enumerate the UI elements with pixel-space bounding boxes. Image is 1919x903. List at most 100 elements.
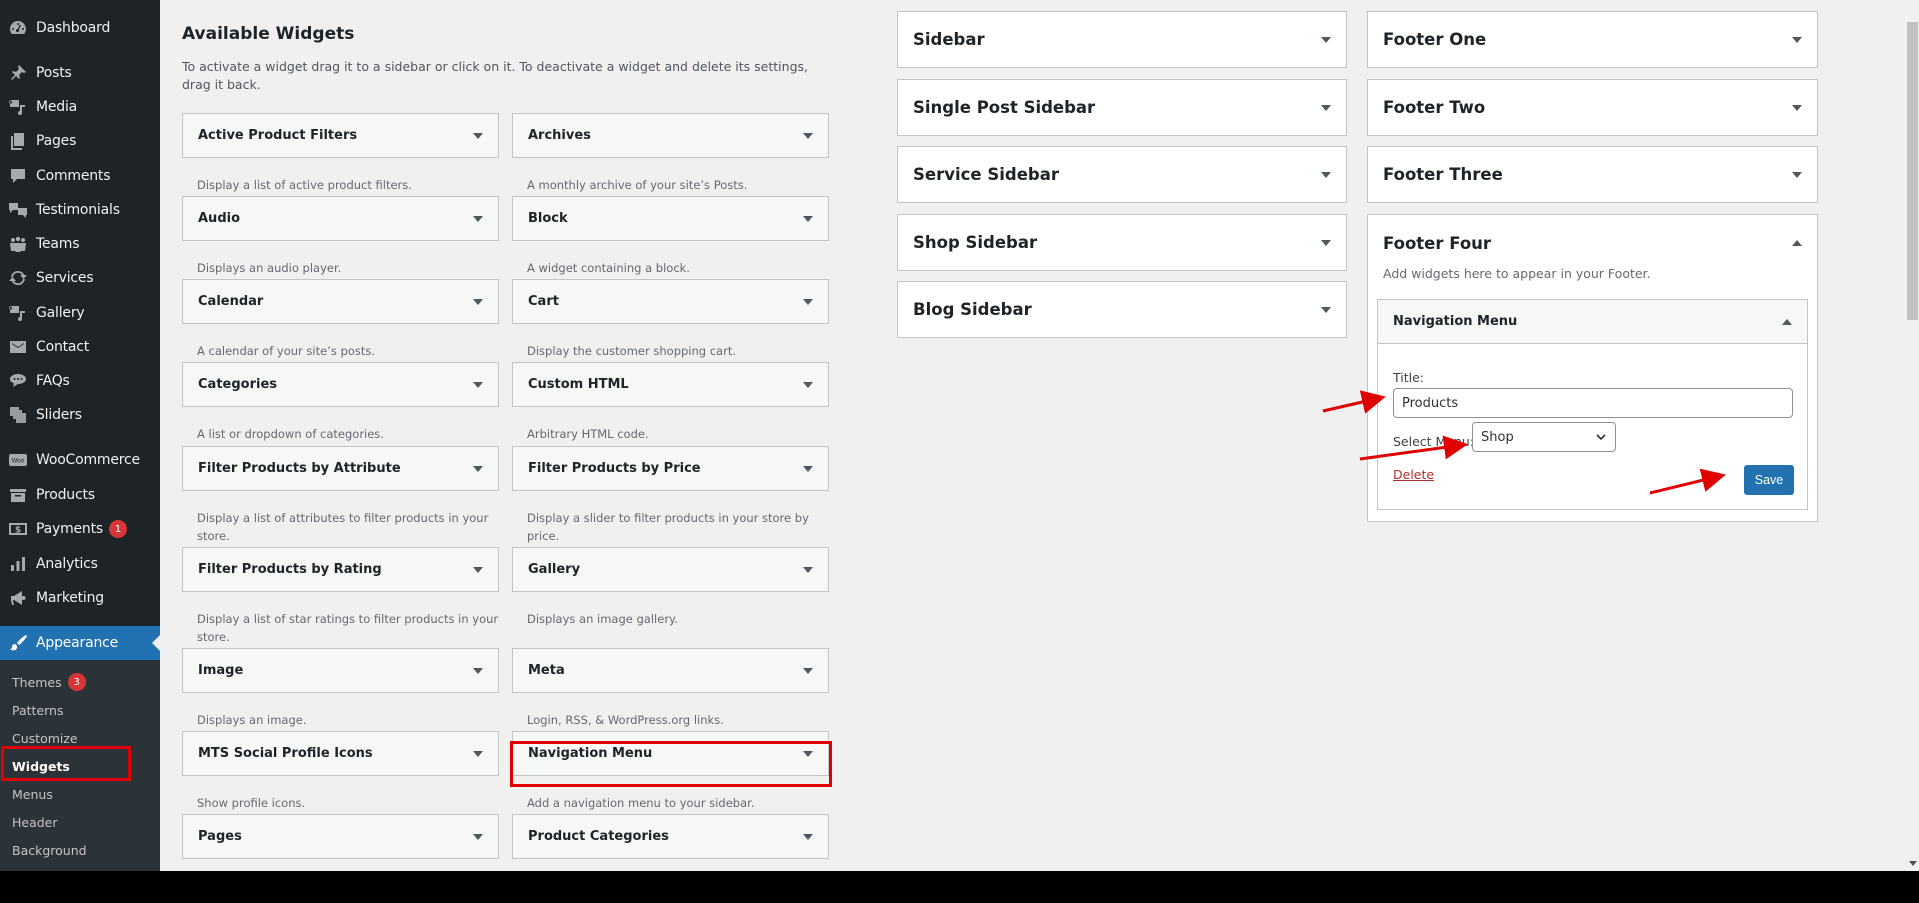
expand-arrow-icon[interactable] [473,465,483,472]
menu-item-products[interactable]: Products [0,478,160,512]
submenu-item-menus[interactable]: Menus [12,784,53,804]
widget-navigation-menu[interactable]: Navigation Menu [512,731,829,776]
expand-arrow-icon[interactable] [1792,104,1802,111]
expand-arrow-icon[interactable] [803,833,813,840]
expand-arrow-icon[interactable] [473,750,483,757]
expand-arrow-icon[interactable] [803,298,813,305]
menu-item-contact[interactable]: Contact [0,330,160,364]
menu-item-comments[interactable]: Comments [0,159,160,193]
widget-description: Login, RSS, & WordPress.org links. [527,713,724,727]
sidebar-area-footer-three[interactable]: Footer Three [1367,146,1818,203]
expand-arrow-icon[interactable] [1321,36,1331,43]
menu-item-gallery[interactable]: Gallery [0,296,160,330]
widget-pages[interactable]: Pages [182,814,499,859]
menu-item-woocommerce[interactable]: Woo WooCommerce [0,443,160,477]
expand-arrow-icon[interactable] [803,566,813,573]
sidebar-area-sidebar[interactable]: Sidebar [897,11,1347,68]
expand-arrow-icon[interactable] [1321,171,1331,178]
expand-arrow-icon[interactable] [473,381,483,388]
collapse-arrow-icon[interactable] [1782,318,1792,325]
menu-item-services[interactable]: Services [0,261,160,295]
menu-item-posts[interactable]: Posts [0,56,160,90]
select-menu-value: Shop [1481,429,1514,445]
expand-arrow-icon[interactable] [803,465,813,472]
menu-item-payments[interactable]: $ Payments 1 [0,512,160,546]
menu-item-marketing[interactable]: Marketing [0,581,160,615]
expand-arrow-icon[interactable] [1792,36,1802,43]
save-widget-button[interactable]: Save [1744,465,1794,495]
expand-arrow-icon[interactable] [803,750,813,757]
widget-categories[interactable]: Categories [182,362,499,407]
appearance-submenu: Themes 3 Patterns Customize Widgets Menu… [0,660,160,871]
submenu-item-background[interactable]: Background [12,840,87,860]
expand-arrow-icon[interactable] [473,833,483,840]
collapse-arrow-icon[interactable] [1792,240,1802,246]
scroll-down-arrow-icon[interactable] [1909,861,1917,866]
footer-four-header[interactable]: Footer Four [1368,215,1817,271]
widget-description: Display a list of star ratings to filter… [197,612,499,644]
submenu-item-header[interactable]: Header [12,812,58,832]
widget-filter-products-by-price[interactable]: Filter Products by Price [512,446,829,491]
widget-filter-products-by-rating[interactable]: Filter Products by Rating [182,547,499,592]
sidebar-area-title: Footer One [1383,30,1487,49]
expand-arrow-icon[interactable] [803,381,813,388]
testimonials-icon [0,200,36,220]
menu-item-sliders[interactable]: Sliders [0,398,160,432]
widget-calendar[interactable]: Calendar [182,279,499,324]
sidebar-area-service-sidebar[interactable]: Service Sidebar [897,146,1347,203]
menu-item-media[interactable]: Media [0,90,160,124]
expand-arrow-icon[interactable] [803,215,813,222]
menu-item-analytics[interactable]: Analytics [0,547,160,581]
widget-product-categories[interactable]: Product Categories [512,814,829,859]
menu-item-pages[interactable]: Pages [0,124,160,158]
navigation-menu-widget-header[interactable]: Navigation Menu [1378,300,1807,344]
submenu-item-widgets[interactable]: Widgets [12,756,70,776]
sidebar-area-footer-four: Footer Four Add widgets here to appear i… [1367,214,1818,522]
widget-audio[interactable]: Audio [182,196,499,241]
expand-arrow-icon[interactable] [473,215,483,222]
menu-item-dashboard[interactable]: Dashboard [0,11,160,45]
sidebar-area-shop-sidebar[interactable]: Shop Sidebar [897,214,1347,271]
widget-active-product-filters[interactable]: Active Product Filters [182,113,499,158]
expand-arrow-icon[interactable] [473,298,483,305]
widget-meta[interactable]: Meta [512,648,829,693]
widget-title: Cart [528,294,559,309]
widget-image[interactable]: Image [182,648,499,693]
title-input[interactable] [1393,388,1793,418]
widget-filter-products-by-attribute[interactable]: Filter Products by Attribute [182,446,499,491]
sidebar-area-footer-two[interactable]: Footer Two [1367,79,1818,136]
select-menu-dropdown[interactable]: Shop [1472,422,1616,452]
submenu-item-themes[interactable]: Themes 3 [12,672,86,692]
widget-cart[interactable]: Cart [512,279,829,324]
widget-description: A calendar of your site’s posts. [197,344,375,358]
expand-arrow-icon[interactable] [1321,239,1331,246]
submenu-item-patterns[interactable]: Patterns [12,700,63,720]
expand-arrow-icon[interactable] [473,132,483,139]
expand-arrow-icon[interactable] [1321,306,1331,313]
widget-mts-social-profile-icons[interactable]: MTS Social Profile Icons [182,731,499,776]
scrollbar-thumb[interactable] [1907,22,1918,320]
expand-arrow-icon[interactable] [803,132,813,139]
widget-custom-html[interactable]: Custom HTML [512,362,829,407]
expand-arrow-icon[interactable] [473,566,483,573]
widget-archives[interactable]: Archives [512,113,829,158]
menu-item-faqs[interactable]: FAQs [0,364,160,398]
widget-title: Active Product Filters [198,128,358,143]
expand-arrow-icon[interactable] [1792,171,1802,178]
widget-description: Add a navigation menu to your sidebar. [527,796,755,810]
expand-arrow-icon[interactable] [473,667,483,674]
menu-item-teams[interactable]: Teams [0,227,160,261]
sidebar-area-single-post-sidebar[interactable]: Single Post Sidebar [897,79,1347,136]
expand-arrow-icon[interactable] [803,667,813,674]
sidebar-area-footer-one[interactable]: Footer One [1367,11,1818,68]
delete-widget-link[interactable]: Delete [1393,467,1434,482]
widget-gallery[interactable]: Gallery [512,547,829,592]
svg-text:Woo: Woo [12,458,25,465]
paintbrush-icon [0,633,36,653]
menu-item-testimonials[interactable]: Testimonials [0,193,160,227]
expand-arrow-icon[interactable] [1321,104,1331,111]
submenu-item-customize[interactable]: Customize [12,728,78,748]
sidebar-area-blog-sidebar[interactable]: Blog Sidebar [897,281,1347,338]
menu-item-appearance[interactable]: Appearance [0,626,160,660]
widget-block[interactable]: Block [512,196,829,241]
